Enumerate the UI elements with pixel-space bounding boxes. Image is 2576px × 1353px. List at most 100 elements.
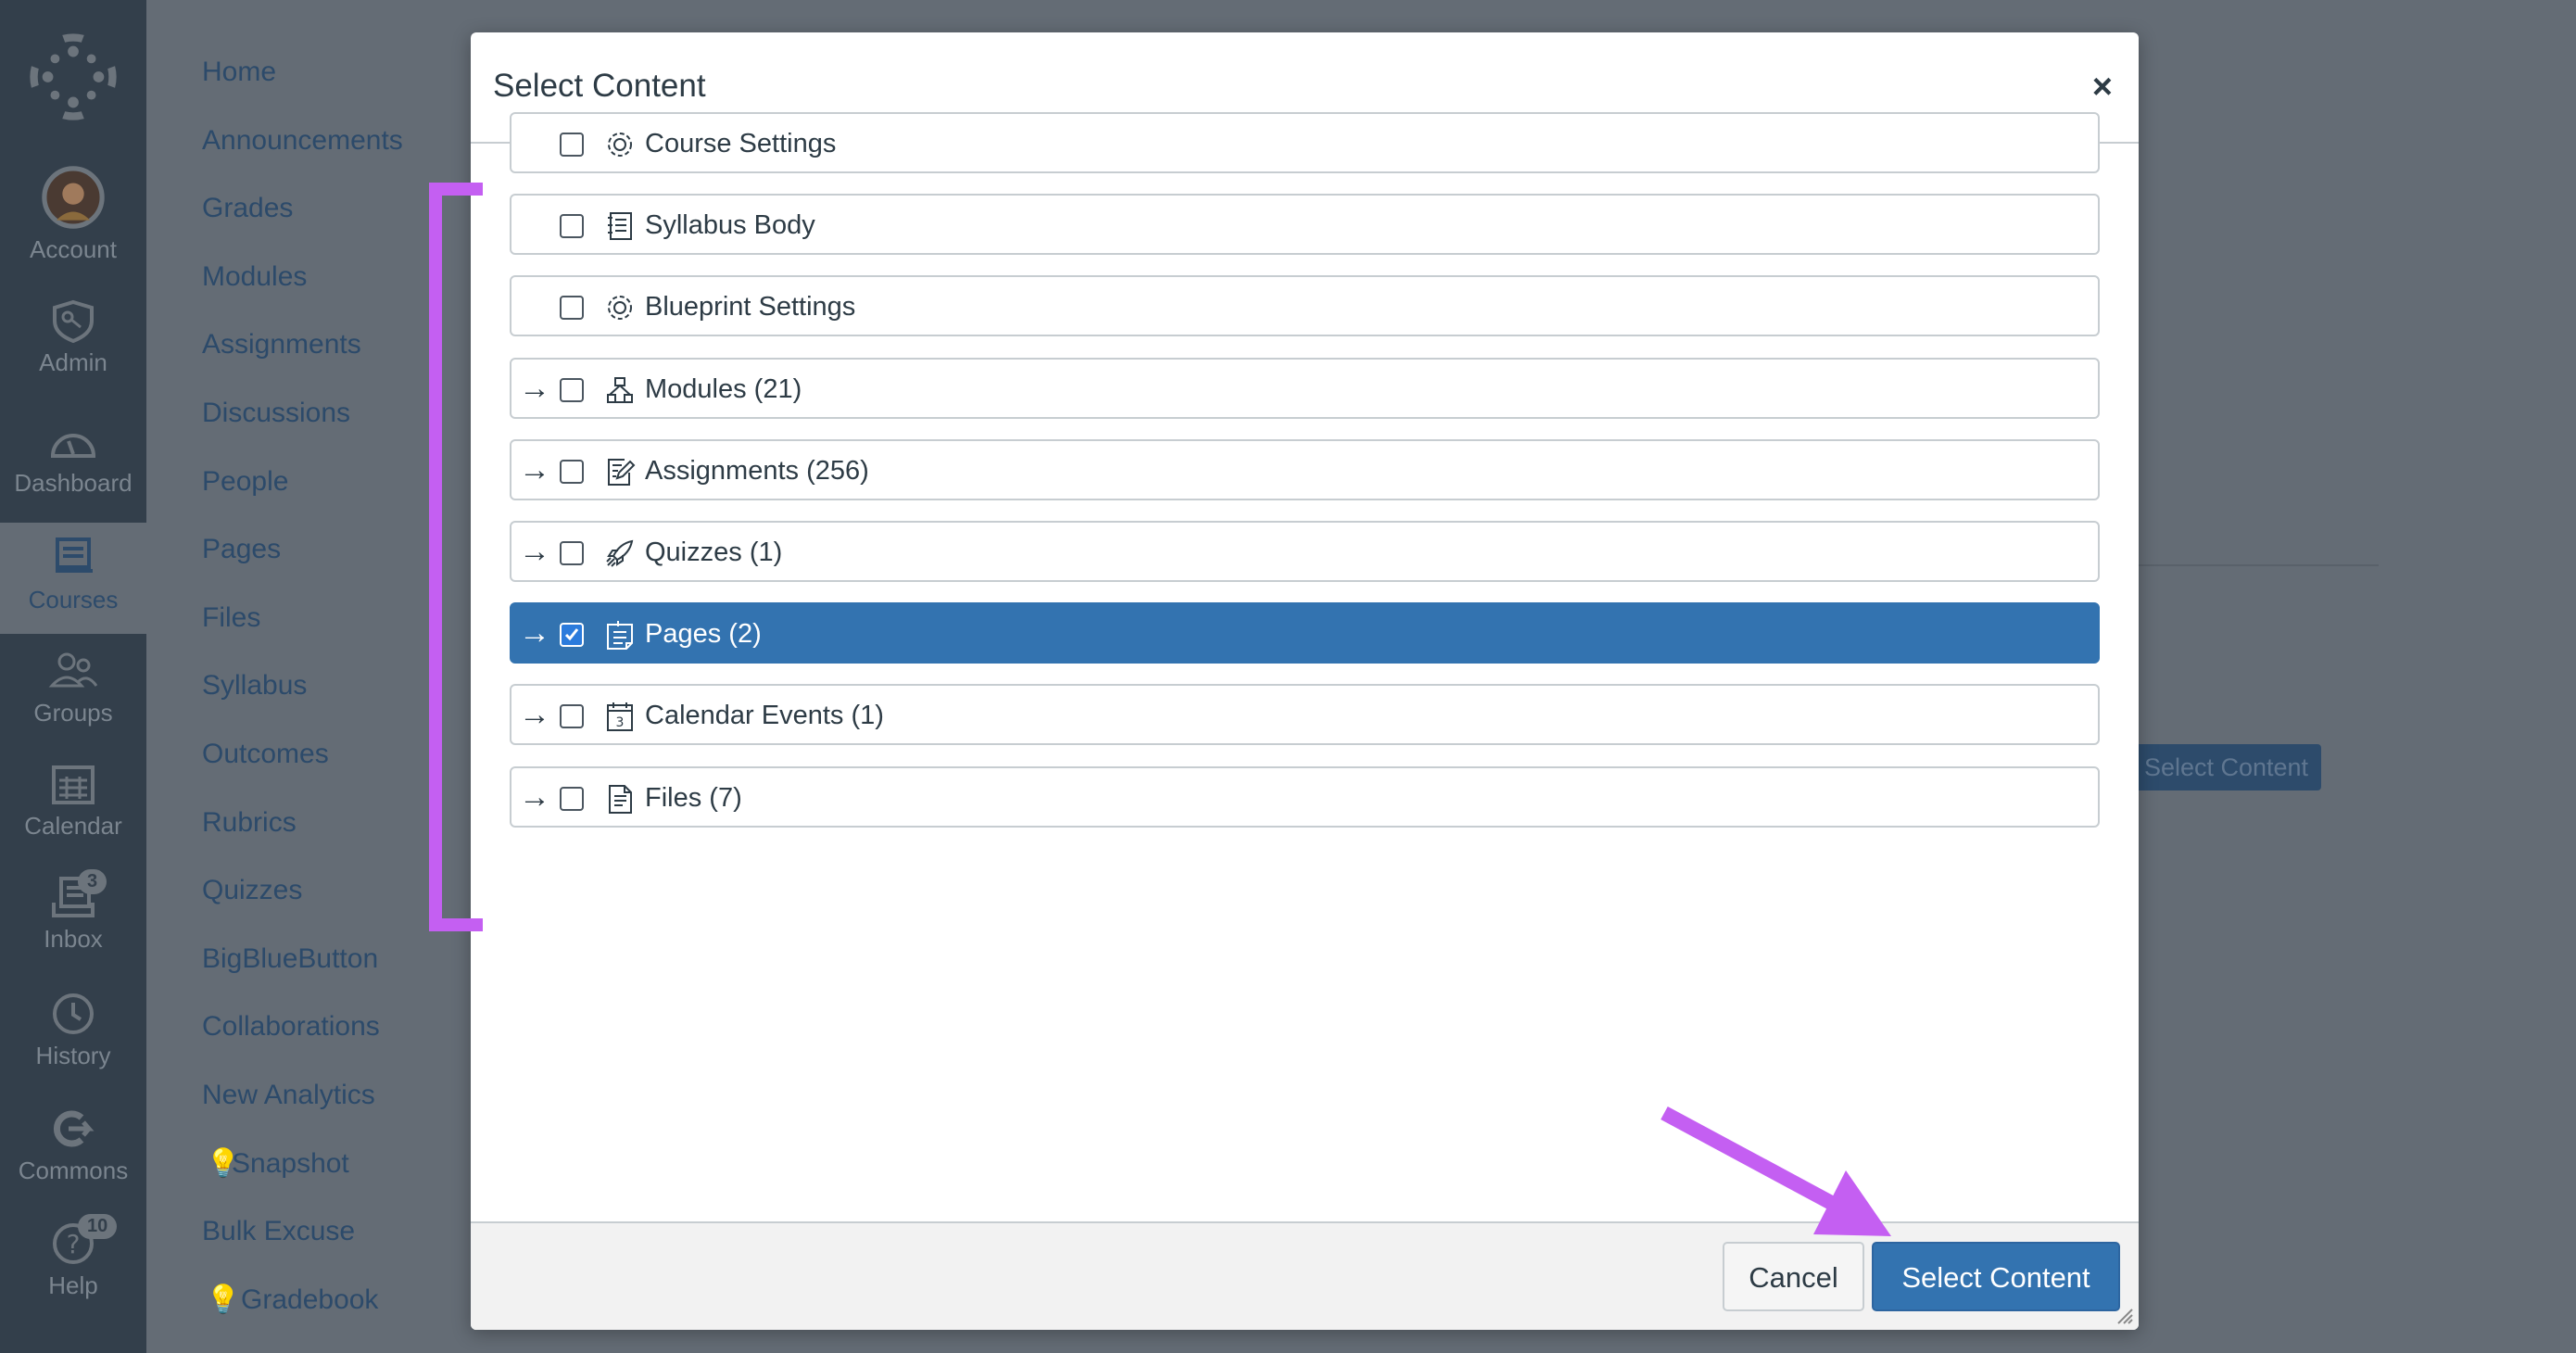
nav-admin[interactable]: Admin: [0, 298, 146, 377]
content-row-syllabus-body[interactable]: Syllabus Body: [510, 194, 2100, 256]
row-label: Assignments (256): [645, 455, 869, 486]
resize-handle-icon[interactable]: [2115, 1306, 2133, 1324]
gear-icon: [608, 296, 632, 321]
course-nav-discussions[interactable]: Discussions: [202, 397, 350, 430]
row-checkbox[interactable]: [560, 623, 584, 648]
nav-label: Groups: [33, 699, 113, 727]
row-label: Quizzes (1): [645, 537, 783, 567]
course-nav-home[interactable]: Home: [202, 56, 276, 89]
nav-label: Inbox: [44, 925, 103, 953]
nav-courses[interactable]: Courses: [0, 523, 146, 634]
content-row-course-settings[interactable]: Course Settings: [510, 112, 2100, 173]
modules-icon: [607, 376, 633, 403]
canvas-logo-icon[interactable]: [28, 32, 119, 122]
calendar-icon: 3: [607, 702, 633, 732]
nav-label: Courses: [28, 586, 119, 613]
course-nav-collaborations[interactable]: Collaborations: [202, 1010, 380, 1043]
courses-icon: [56, 537, 93, 573]
row-label: Syllabus Body: [645, 210, 815, 241]
pages-icon: [607, 621, 633, 651]
file-icon: [609, 784, 632, 814]
row-label: Files (7): [645, 782, 742, 813]
syllabus-icon: [608, 212, 632, 241]
content-row-calendar-events[interactable]: → 3 Calendar Events (1): [510, 684, 2100, 746]
avatar: [42, 166, 105, 229]
course-nav-syllabus[interactable]: Syllabus: [202, 669, 307, 702]
inbox-badge: 3: [78, 869, 107, 894]
select-content-button[interactable]: Select Content: [1872, 1242, 2120, 1311]
row-label: Pages (2): [645, 619, 762, 650]
row-checkbox[interactable]: [560, 214, 584, 239]
close-button[interactable]: ×: [2092, 68, 2113, 107]
course-nav-announcements[interactable]: Announcements: [202, 124, 403, 158]
course-nav-grades[interactable]: Grades: [202, 192, 293, 225]
expand-arrow-icon[interactable]: →: [519, 452, 550, 487]
expand-arrow-icon[interactable]: →: [519, 371, 550, 406]
content-row-assignments[interactable]: → Assignments (256): [510, 438, 2100, 500]
course-nav-files[interactable]: Files: [202, 601, 260, 635]
content-row-pages[interactable]: → Pages (2): [510, 602, 2100, 664]
course-nav-pages[interactable]: Pages: [202, 533, 281, 566]
course-nav-people[interactable]: People: [202, 465, 288, 499]
row-checkbox[interactable]: [560, 459, 584, 484]
groups-icon: [48, 652, 98, 688]
course-nav-quizzes[interactable]: Quizzes: [202, 874, 302, 907]
nav-commons[interactable]: Commons: [0, 1106, 146, 1185]
nav-label: Help: [48, 1271, 98, 1299]
content-row-blueprint-settings[interactable]: Blueprint Settings: [510, 275, 2100, 337]
row-checkbox[interactable]: [560, 377, 584, 402]
nav-label: Account: [30, 235, 117, 263]
rocket-icon: [606, 539, 634, 567]
nav-label: Admin: [39, 348, 107, 376]
course-nav-snapshot[interactable]: Snapshot: [232, 1147, 349, 1181]
gear-icon: [608, 133, 632, 157]
nav-label: Dashboard: [14, 469, 133, 497]
nav-history[interactable]: History: [0, 992, 146, 1070]
svg-text:3: 3: [616, 715, 625, 730]
commons-icon: [53, 1110, 95, 1147]
expand-arrow-icon[interactable]: →: [519, 534, 550, 569]
clock-icon: [53, 993, 94, 1034]
nav-calendar[interactable]: Calendar: [0, 762, 146, 841]
course-nav-outcomes[interactable]: Outcomes: [202, 738, 329, 771]
divider: [2139, 564, 2379, 566]
row-checkbox[interactable]: [560, 541, 584, 565]
row-label: Modules (21): [645, 373, 802, 404]
expand-arrow-icon[interactable]: →: [519, 779, 550, 815]
nav-inbox[interactable]: 3 Inbox: [0, 869, 146, 954]
course-nav-rubrics[interactable]: Rubrics: [202, 806, 297, 840]
expand-arrow-icon[interactable]: →: [519, 615, 550, 651]
svg-text:?: ?: [67, 1229, 81, 1259]
nav-label: Calendar: [24, 812, 122, 840]
dialog-title: Select Content: [493, 68, 706, 104]
content-row-modules[interactable]: → Modules (21): [510, 357, 2100, 419]
dialog-footer: Cancel Select Content: [471, 1221, 2139, 1330]
course-nav-assignments[interactable]: Assignments: [202, 328, 361, 361]
nav-dashboard[interactable]: Dashboard: [0, 419, 146, 498]
lightbulb-icon: 💡: [206, 1284, 241, 1315]
speedometer-icon: [50, 434, 96, 458]
calendar-icon: [52, 765, 95, 804]
assignment-icon: [608, 458, 636, 486]
content-row-files[interactable]: → Files (7): [510, 765, 2100, 828]
expand-arrow-icon[interactable]: →: [519, 697, 550, 732]
course-nav-modules[interactable]: Modules: [202, 260, 307, 294]
row-checkbox[interactable]: [560, 133, 584, 157]
row-label: Blueprint Settings: [645, 292, 856, 322]
row-checkbox[interactable]: [560, 786, 584, 811]
course-nav-bigbluebutton[interactable]: BigBlueButton: [202, 942, 378, 976]
background-select-content-button: Select Content: [2131, 744, 2321, 790]
row-checkbox[interactable]: [560, 296, 584, 321]
nav-label: History: [35, 1042, 111, 1069]
shield-key-icon: [53, 299, 94, 343]
course-nav-new-analytics[interactable]: New Analytics: [202, 1079, 375, 1112]
row-checkbox[interactable]: [560, 704, 584, 729]
content-row-quizzes[interactable]: → Quizzes (1): [510, 521, 2100, 582]
nav-account[interactable]: Account: [0, 165, 146, 264]
course-nav-gradebook[interactable]: Gradebook: [241, 1283, 378, 1317]
course-nav-bulk-excuse[interactable]: Bulk Excuse: [202, 1215, 355, 1248]
nav-help[interactable]: ? 10 Help: [0, 1214, 146, 1300]
nav-groups[interactable]: Groups: [0, 649, 146, 727]
global-navigation: Account Admin Dashboard Courses Groups C…: [0, 0, 146, 1353]
cancel-button[interactable]: Cancel: [1723, 1242, 1864, 1311]
